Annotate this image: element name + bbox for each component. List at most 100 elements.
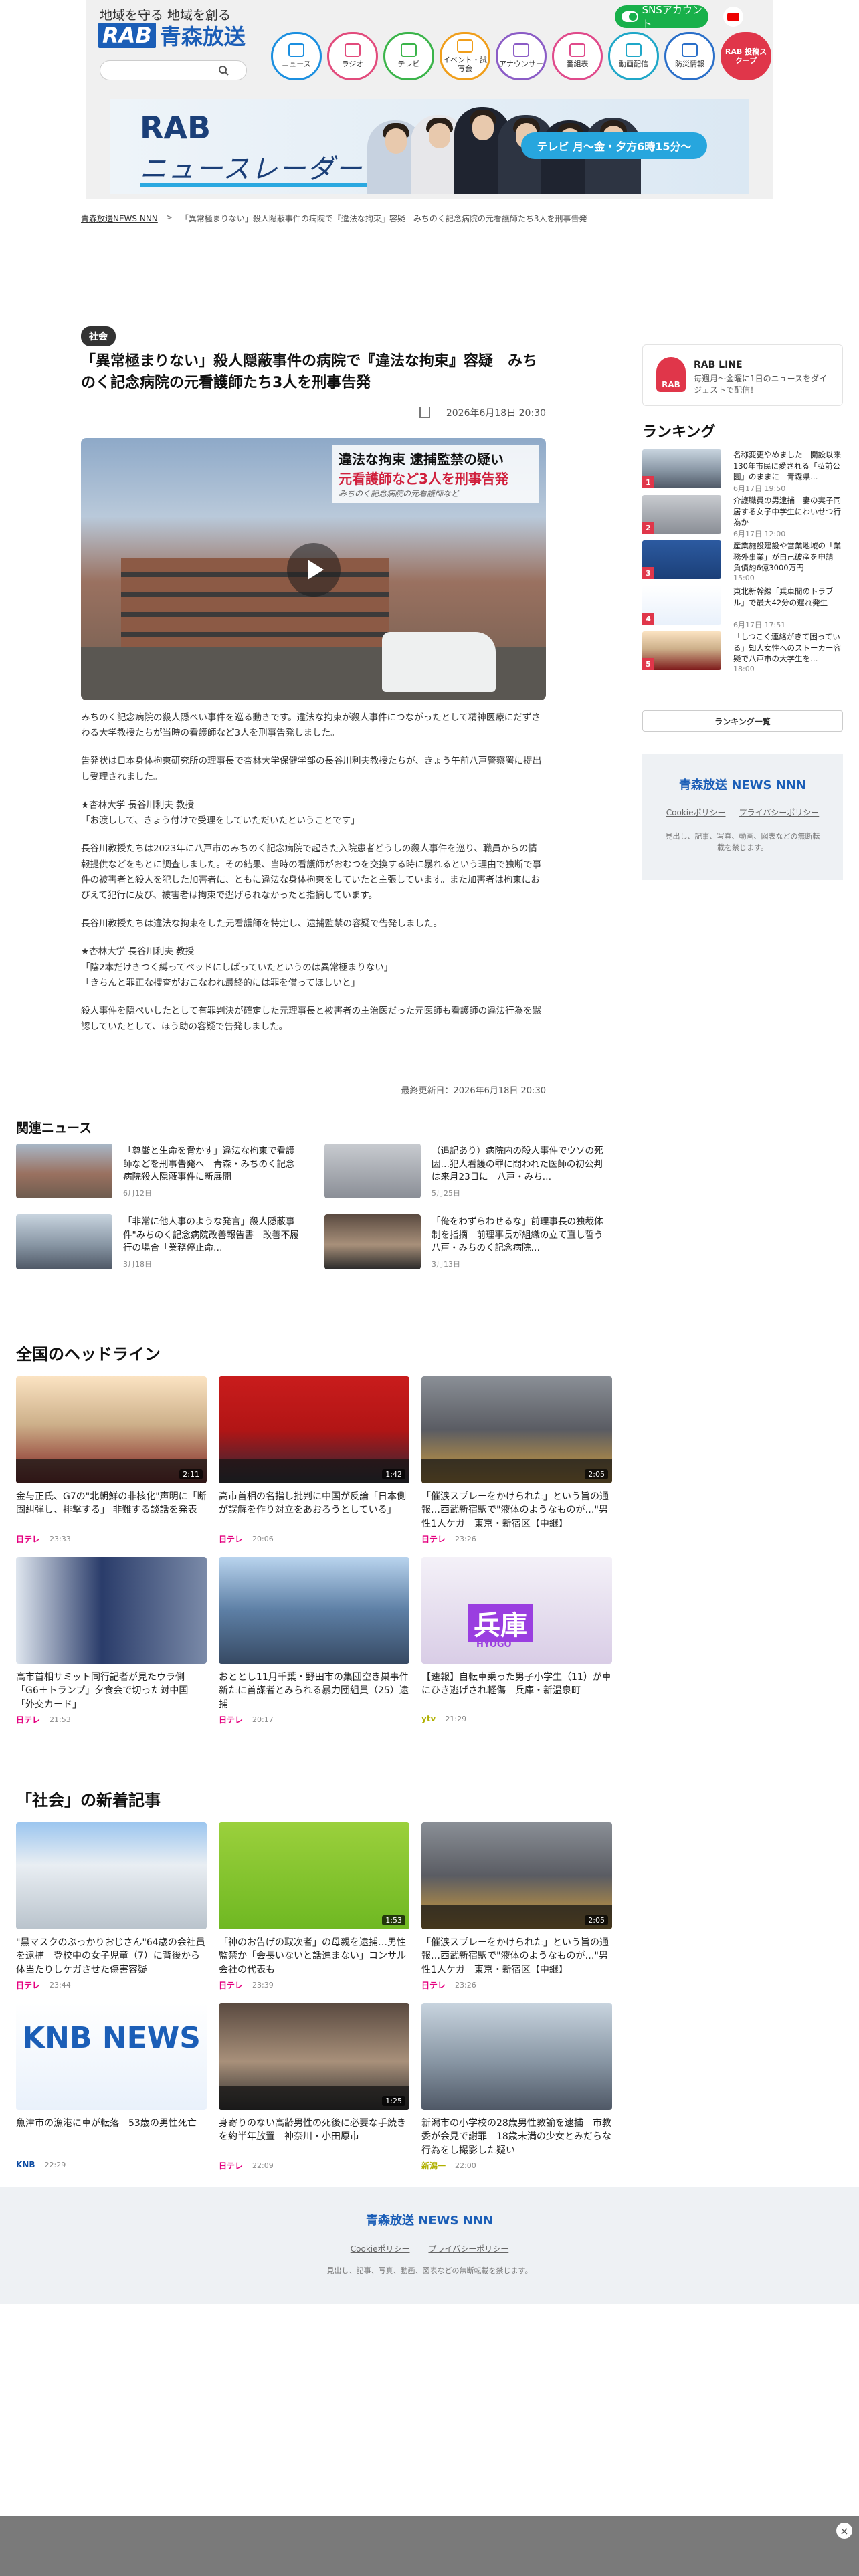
site-header: 地域を守る 地域を創る RAB 青森放送 SNSアカウント ニュース ラジオ テ…	[86, 0, 773, 199]
news-time: 23:26	[455, 1535, 476, 1543]
privacy-policy-link[interactable]: プライバシーポリシー	[428, 2243, 508, 2254]
ranking-list: 1 名称変更やめました 開設以来130年市民に愛される「弘前公園」のままに 青森…	[642, 448, 843, 675]
van	[382, 632, 496, 692]
breadcrumb-sep: >	[165, 213, 173, 222]
cookie-policy-link[interactable]: Cookieポリシー	[666, 807, 726, 818]
ranking-title-text: 名称変更やめました 開設以来130年市民に愛される「弘前公園」のままに 青森県…	[733, 450, 841, 482]
sns-account-button[interactable]: SNSアカウント	[615, 4, 708, 30]
play-icon[interactable]	[287, 543, 341, 597]
news-thumbnail	[16, 1822, 207, 1929]
news-source-row: 日テレ 20:17	[219, 1714, 409, 1725]
nav-news[interactable]: ニュース	[271, 32, 322, 80]
ranking-item[interactable]: 3 産業施設建設や営業地域の「業務外事業」が自己破産を申請 負債約6億3000万…	[642, 539, 843, 582]
news-card[interactable]: おととし11月千葉・野田市の集団空き巣事件 新たに首謀者とみられる暴力団組員（2…	[219, 1557, 409, 1725]
ranking-item[interactable]: 1 名称変更やめました 開設以来130年市民に愛される「弘前公園」のままに 青森…	[642, 448, 843, 493]
news-radar-banner[interactable]: RAB ニュースレーダー テレビ 月～金・夕方6時15分～	[110, 99, 749, 194]
nav-radio[interactable]: ラジオ	[327, 32, 378, 80]
video-icon	[626, 43, 642, 58]
nav-video[interactable]: 動画配信	[608, 32, 659, 80]
thumbnail-caption-strip	[16, 1459, 207, 1483]
ranking-date: 18:00	[733, 665, 755, 673]
ranking-list-button[interactable]: ランキング一覧	[642, 710, 843, 732]
nav-event[interactable]: イベント・試写会	[440, 32, 490, 80]
nav-program[interactable]: 番組表	[552, 32, 603, 80]
source-label: ytv	[421, 1714, 436, 1723]
society-grid: "黒マスクのぶっかりおじさん"64歳の会社員を逮捕 登校中の女子児童（7）に背後…	[16, 1822, 612, 2171]
category-badge[interactable]: 社会	[81, 326, 116, 346]
cookie-policy-link[interactable]: Cookieポリシー	[351, 2243, 410, 2254]
related-item[interactable]: 「尊厳と生命を脅かす」違法な拘束で看護師などを刑事告発へ 青森・みちのく記念病院…	[16, 1144, 303, 1201]
ranking-item[interactable]: 5 「しつこく連絡がきて困っている」知人女性へのストーカー容疑で八戸市の大学生を…	[642, 630, 843, 673]
sns-label: SNSアカウント	[642, 4, 702, 30]
source-label: 日テレ	[219, 1715, 244, 1725]
video-duration: 2:05	[585, 1915, 608, 1925]
article-video[interactable]: 違法な拘束 逮捕監禁の疑い 元看護師など3人を刑事告発 みちのく記念病院の元看護…	[81, 438, 546, 700]
news-title: 高市首相の名指し批判に中国が反論「日本側が誤解を作り対立をあおろうとしている」	[219, 1491, 406, 1516]
article-paragraph: 殺人事件を隠ぺいしたとして有罪判決が確定した元理事長と被害者の主治医だった元医師…	[81, 1006, 542, 1033]
share-icon[interactable]	[419, 407, 430, 418]
thumbnail-caption-strip	[421, 1459, 612, 1483]
article-title: 「異常極まりない」殺人隠蔽事件の病院で『違法な拘束』容疑 みちのく記念病院の元看…	[81, 353, 538, 391]
privacy-policy-link[interactable]: プライバシーポリシー	[739, 807, 819, 818]
ranking-item[interactable]: 4 東北新幹線「乗車間のトラブル」で最大42分の遅れ発生 6月17日 17:51	[642, 584, 843, 629]
related-item[interactable]: 「俺をわずらわせるな」前理事長の独裁体制を指摘 前理事長が組織の立て直し誓う 八…	[324, 1214, 611, 1272]
breadcrumb-home[interactable]: 青森放送NEWS NNN	[81, 213, 158, 224]
news-card[interactable]: KNB NEWS 魚津市の漁港に車が転落 53歳の男性死亡 KNB 22:29	[16, 2003, 207, 2169]
news-time: 21:29	[445, 1714, 467, 1723]
news-icon	[288, 43, 304, 58]
site-logo[interactable]: RAB 青森放送	[98, 20, 246, 51]
news-title: 魚津市の漁港に車が転落 53歳の男性死亡	[16, 2118, 197, 2129]
news-thumbnail: 1:53	[219, 1822, 409, 1929]
news-card[interactable]: 1:53 「神のお告げの取次者」の母親を逮捕…男性監禁か「会長いないと話進まない…	[219, 1822, 409, 1991]
banner-program-name: ニュースレーダー	[140, 154, 363, 185]
news-source-row: 日テレ 23:39	[219, 1979, 409, 1991]
news-card[interactable]: 高市首相サミット同行記者が見たウラ側「G6＋トランプ」夕食会で切った対中国「外交…	[16, 1557, 207, 1725]
nav-disaster[interactable]: 防災情報	[664, 32, 715, 80]
news-card[interactable]: "黒マスクのぶっかりおじさん"64歳の会社員を逮捕 登校中の女子児童（7）に背後…	[16, 1822, 207, 1990]
banner-accent	[140, 183, 394, 187]
news-card[interactable]: 2:05 「催涙スプレーをかけられた」という旨の通報…西武新宿駅で"液体のような…	[421, 1376, 612, 1544]
nav-tv[interactable]: テレビ	[383, 32, 434, 80]
video-caption: 違法な拘束 逮捕監禁の疑い 元看護師など3人を刑事告発 みちのく記念病院の元看護…	[332, 445, 539, 503]
related-item[interactable]: 「非常に他人事のような発言」殺人隠蔽事件"みちのく記念病院改善報告書 改善不履行…	[16, 1214, 303, 1272]
rab-line-card[interactable]: RAB RAB LINE 毎週月～金曜に1日のニュースをダイジェストで配信！	[642, 344, 843, 406]
rab-line-desc: 毎週月～金曜に1日のニュースをダイジェストで配信！	[694, 374, 828, 395]
youtube-icon[interactable]	[723, 7, 743, 27]
thumbnail-caption-strip	[421, 1905, 612, 1929]
close-icon[interactable]: ×	[836, 2523, 852, 2539]
calendar-icon	[457, 39, 473, 53]
rank-number: 3	[642, 567, 654, 579]
news-time: 23:44	[50, 1981, 71, 1990]
related-date: 5月25日	[432, 1189, 460, 1198]
source-label: 日テレ	[219, 1535, 244, 1544]
site-footer: 青森放送 NEWS NNN Cookieポリシー プライバシーポリシー 見出し、…	[0, 2187, 859, 2304]
nav-scoop[interactable]: RAB 投稿スクープ	[721, 32, 771, 80]
bottom-ad-banner[interactable]: ×	[0, 2516, 859, 2576]
copyright-note: 見出し、記事、写真、動画、図表などの無断転載を禁じます。	[326, 2266, 533, 2275]
news-card[interactable]: 兵庫 HYOGO 【速報】自転車乗った男子小学生（11）が車にひき逃げされ軽傷 …	[421, 1557, 612, 1723]
national-title: 全国のヘッドライン	[16, 1345, 161, 1364]
source-label: KNB	[16, 2160, 35, 2169]
rank-number: 1	[642, 476, 654, 488]
news-card[interactable]: 2:05 「催涙スプレーをかけられた」という旨の通報…西武新宿駅で"液体のような…	[421, 1822, 612, 1990]
news-thumbnail: 1:42	[219, 1376, 409, 1483]
news-source-row: 日テレ 23:33	[16, 1533, 207, 1545]
ranking-item[interactable]: 2 介護職員の男逮捕 妻の実子同居する女子中学生にわいせつ行為か 6月17日 1…	[642, 494, 843, 538]
news-time: 23:26	[455, 1981, 476, 1990]
related-thumbnail	[16, 1214, 112, 1269]
nav-announcer[interactable]: アナウンサー	[496, 32, 547, 80]
article-paragraph: 長谷川教授たちは2023年に八戸市のみちのく記念病院で起きた入院患者どうしの殺人…	[81, 843, 542, 901]
news-card[interactable]: 2:11 金与正氏、G7の"北朝鮮の非核化"声明に「断固糾弾し、排撃する」 非難…	[16, 1376, 207, 1545]
source-label: 日テレ	[421, 1535, 446, 1544]
news-title: 【速報】自転車乗った男子小学生（11）が車にひき逃げされ軽傷 兵庫・新温泉町	[421, 1672, 611, 1697]
article-meta: 2026年6月18日 20:30	[81, 404, 546, 421]
search-icon[interactable]	[213, 60, 233, 80]
knb-logo: KNB NEWS	[22, 2021, 201, 2055]
news-card[interactable]: 新潟市の小学校の28歳男性教諭を逮捕 市教委が会見で謝罪 18歳未満の少女とみだ…	[421, 2003, 612, 2171]
ranking-date: 6月17日 17:51	[733, 621, 786, 629]
footer-logo[interactable]: 青森放送 NEWS NNN	[0, 2211, 859, 2228]
news-card[interactable]: 1:42 高市首相の名指し批判に中国が反論「日本側が誤解を作り対立をあおろうとし…	[219, 1376, 409, 1544]
related-item[interactable]: （追記あり）病院内の殺人事件でウソの死因…犯人看護の罪に問われた医師の初公判は来…	[324, 1144, 611, 1201]
news-card[interactable]: 1:25 身寄りのない高齢男性の死後に必要な手続きを約半年放置 神奈川・小田原市…	[219, 2003, 409, 2171]
news-thumbnail	[219, 1557, 409, 1664]
